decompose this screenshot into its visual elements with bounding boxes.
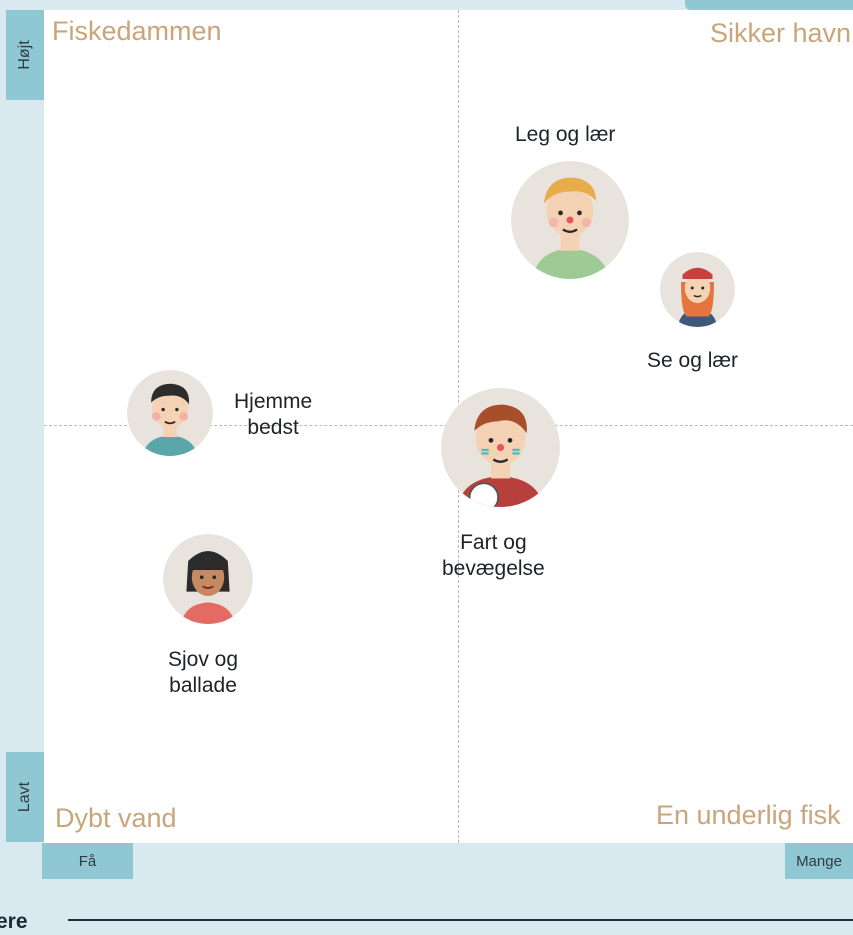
x-axis-high-tag: Mange	[785, 843, 853, 879]
persona-label-line-2: bedst	[247, 416, 299, 439]
persona-label-fart-og-bevaegelse: Fart og bevægelse	[442, 530, 545, 582]
top-accent-bar	[685, 0, 853, 10]
persona-label-line-1: Sjov og	[168, 648, 239, 671]
persona-label-line-2: ballade	[169, 674, 237, 697]
y-axis-high-label: Højt	[16, 40, 33, 70]
red-hair-girl-avatar	[660, 252, 735, 327]
x-axis-low-label: Få	[78, 852, 97, 870]
quadrant-label-bottom-left: Dybt vand	[55, 803, 177, 833]
footer-heading: ere	[0, 910, 28, 933]
persona-label-sjov-og-ballade: Sjov og ballade	[168, 647, 238, 699]
y-axis-low-tag: Lavt	[6, 752, 44, 842]
blond-boy-avatar	[511, 161, 629, 279]
quadrant-label-bottom-right: En underlig fisk	[656, 800, 841, 830]
quadrant-label-top-right: Sikker havn	[710, 18, 852, 48]
x-axis-low-tag: Få	[42, 843, 133, 879]
x-axis-high-label: Mange	[796, 852, 842, 870]
persona-label-line-2: bevægelse	[442, 557, 545, 580]
quadrant-label-top-left: Fiskedammen	[52, 16, 222, 46]
footer-divider	[68, 919, 853, 921]
persona-label-line-1: Hjemme	[234, 390, 313, 413]
persona-label-leg-og-laer: Leg og lær	[515, 123, 616, 146]
persona-label-line-1: Fart og	[460, 531, 527, 554]
y-axis-high-tag: Højt	[6, 10, 44, 100]
football-boy-avatar	[441, 388, 560, 507]
dark-hair-boy-avatar	[127, 370, 213, 456]
y-axis-low-label: Lavt	[16, 781, 33, 813]
bob-hair-girl-avatar	[163, 534, 253, 624]
persona-label-se-og-laer: Se og lær	[647, 349, 739, 372]
persona-label-hjemme-bedst: Hjemme bedst	[234, 389, 312, 441]
